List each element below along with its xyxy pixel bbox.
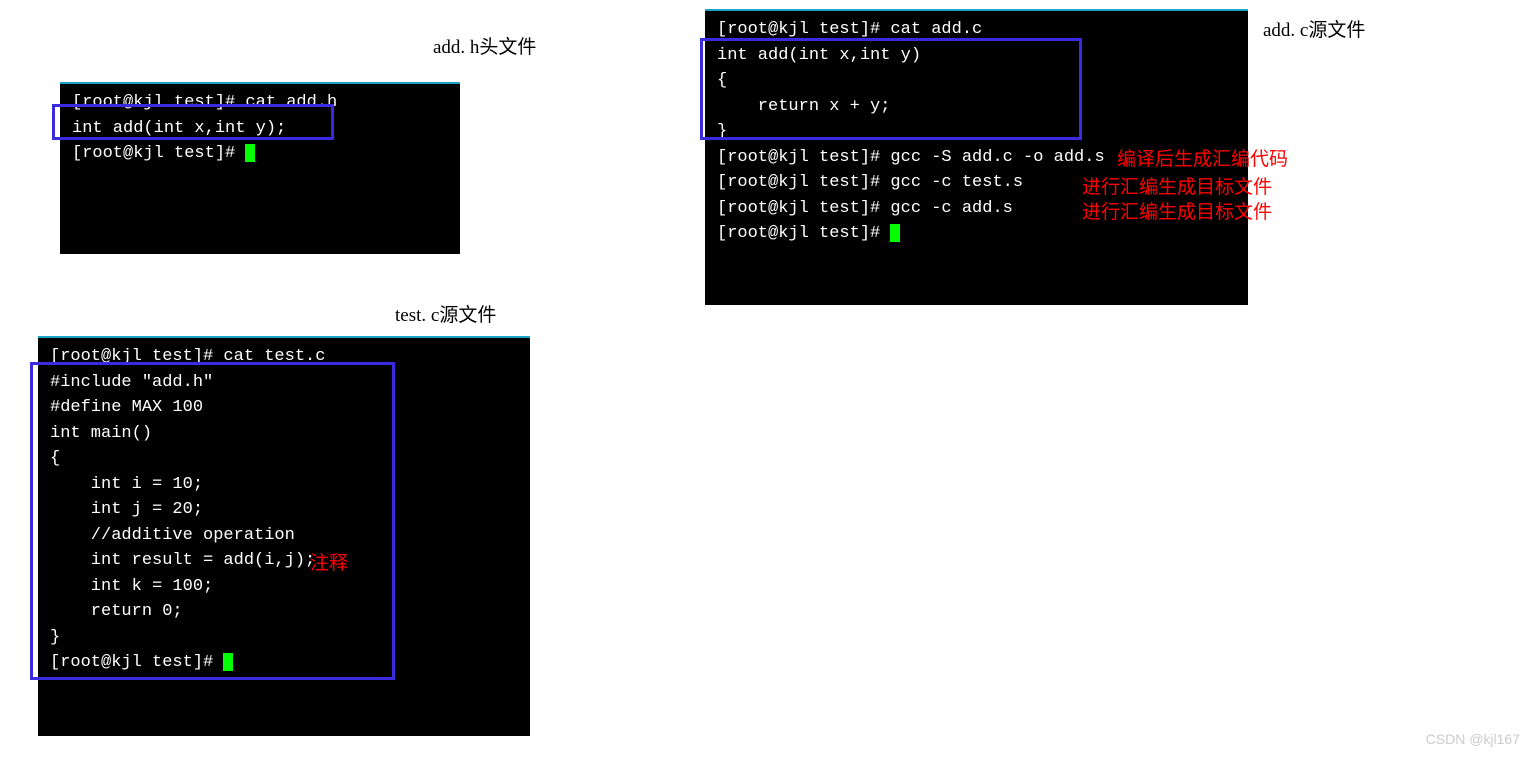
anno-comment: 注释 [310,548,348,575]
term1-line-3: [root@kjl test]# [72,141,448,167]
term2-line-5: } [717,119,1236,145]
term1-line-2: int add(int x,int y); [72,116,448,142]
label-add-h: add. h头文件 [433,32,536,59]
term2-line-1: [root@kjl test]# cat add.c [717,17,1236,43]
anno-compile: 编译后生成汇编代码 [1117,144,1288,171]
watermark: CSDN @kjl167 [1426,731,1520,747]
term2-line-9: [root@kjl test]# [717,221,1236,247]
anno-asm1: 进行汇编生成目标文件 [1082,172,1272,199]
term3-line-11: int k = 100; [50,574,518,600]
term3-line-2: #include "add.h" [50,370,518,396]
term3-line-13: } [50,625,518,651]
term3-line-8: int j = 20; [50,497,518,523]
term2-line-2: int add(int x,int y) [717,43,1236,69]
label-add-c: add. c源文件 [1263,15,1365,42]
cursor-icon [223,653,233,671]
term3-line-7: int i = 10; [50,472,518,498]
term2-line-3: { [717,68,1236,94]
anno-asm2: 进行汇编生成目标文件 [1082,197,1272,224]
cursor-icon [890,224,900,242]
terminal-add-h: [root@kjl test]# cat add.h int add(int x… [60,82,460,254]
term3-line-5: int main() [50,421,518,447]
term3-line-12: return 0; [50,599,518,625]
term3-line-3: #define MAX 100 [50,395,518,421]
term3-line-9: //additive operation [50,523,518,549]
term1-line-1: [root@kjl test]# cat add.h [72,90,448,116]
terminal-test-c: [root@kjl test]# cat test.c #include "ad… [38,336,530,736]
term3-line-6: { [50,446,518,472]
term3-line-1: [root@kjl test]# cat test.c [50,344,518,370]
term3-line-14: [root@kjl test]# [50,650,518,676]
term3-line-10: int result = add(i,j); [50,548,518,574]
term2-line-4: return x + y; [717,94,1236,120]
label-test-c: test. c源文件 [395,300,496,327]
cursor-icon [245,144,255,162]
